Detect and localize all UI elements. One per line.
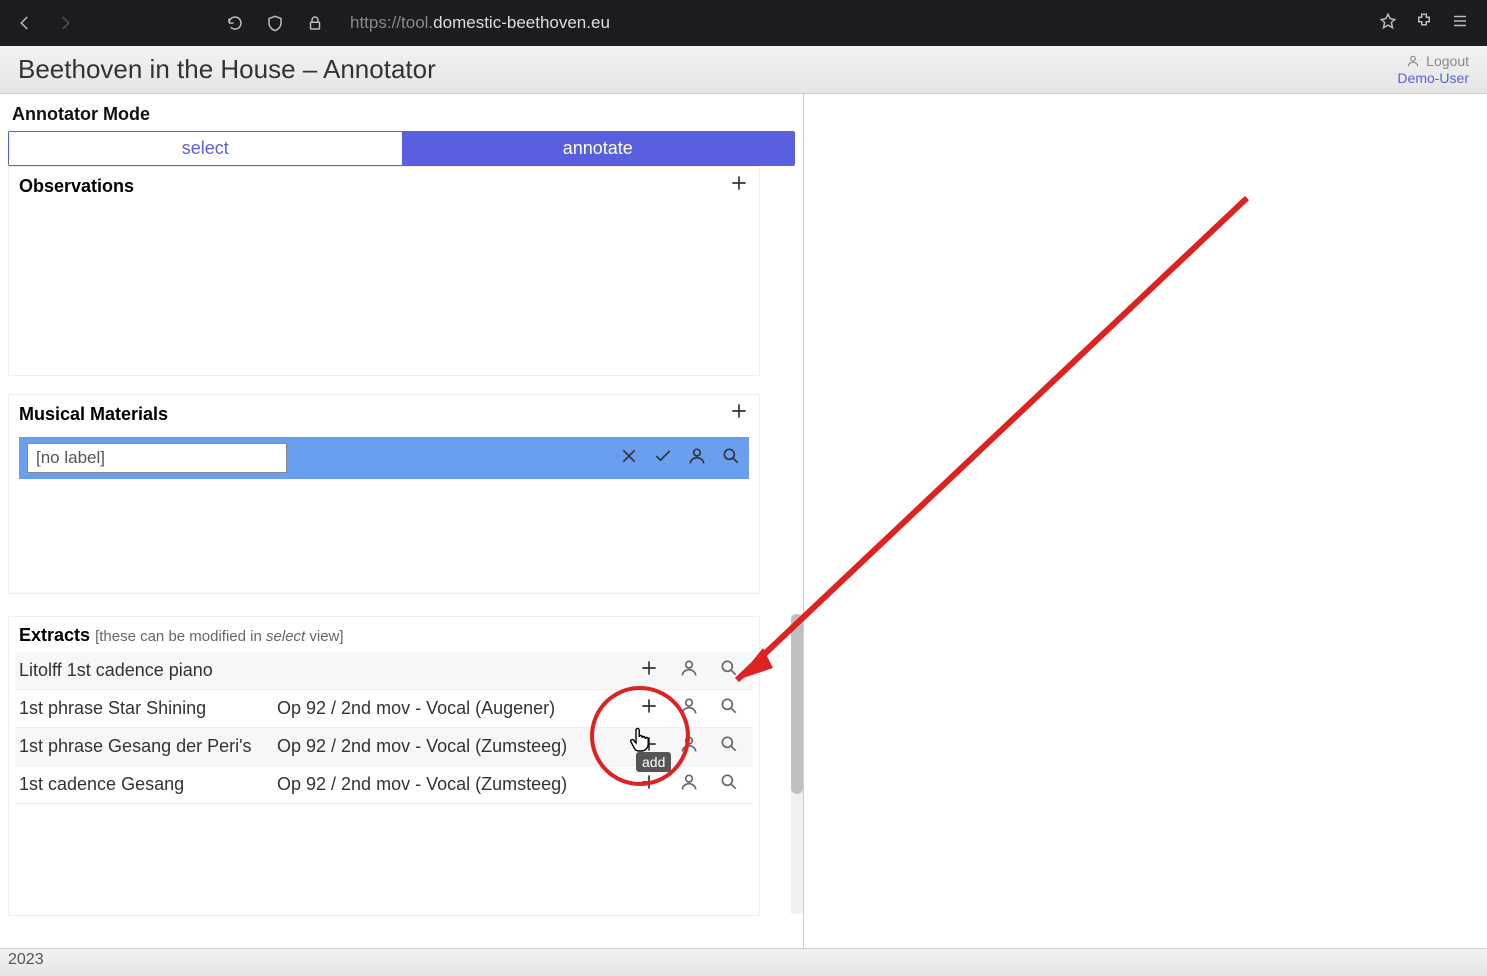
extracts-hint: [these can be modified in select view]: [95, 628, 343, 645]
extract-source: Op 92 / 2nd mov - Vocal (Zumsteeg): [277, 736, 629, 757]
materials-panel: Musical Materials: [8, 394, 760, 594]
extract-source: Op 92 / 2nd mov - Vocal (Augener): [277, 698, 629, 719]
footer-year: 2023: [8, 951, 44, 968]
back-button[interactable]: [10, 8, 40, 38]
bookmark-icon[interactable]: [1379, 12, 1397, 35]
extract-source: Op 92 / 2nd mov - Vocal (Zumsteeg): [277, 774, 629, 795]
materials-title: Musical Materials: [19, 404, 168, 425]
left-panel: Annotator Mode select annotate Observati…: [0, 94, 804, 948]
extracts-panel: Extracts [these can be modified in selec…: [8, 616, 760, 916]
confirm-icon[interactable]: [653, 446, 673, 471]
extract-row: Litolff 1st cadence piano: [15, 652, 753, 690]
extract-row: 1st cadence GesangOp 92 / 2nd mov - Voca…: [15, 766, 753, 804]
main-area: Annotator Mode select annotate Observati…: [0, 94, 1487, 948]
material-row[interactable]: [19, 437, 749, 479]
forward-button[interactable]: [50, 8, 80, 38]
extract-search-button[interactable]: [709, 696, 749, 721]
lock-icon: [300, 8, 330, 38]
mode-label: Annotator Mode: [8, 104, 795, 125]
extract-name: Litolff 1st cadence piano: [19, 660, 277, 681]
extract-person-button[interactable]: [669, 696, 709, 721]
reload-button[interactable]: [220, 8, 250, 38]
extract-row: 1st phrase Gesang der Peri'sOp 92 / 2nd …: [15, 728, 753, 766]
extract-add-button[interactable]: [629, 734, 669, 759]
extract-person-button[interactable]: [669, 772, 709, 797]
extract-name: 1st phrase Gesang der Peri's: [19, 736, 277, 757]
footer: 2023: [0, 948, 1487, 976]
cancel-icon[interactable]: [619, 446, 639, 471]
extract-add-button[interactable]: [629, 772, 669, 797]
extract-search-button[interactable]: [709, 658, 749, 683]
app-header: Beethoven in the House – Annotator Logou…: [0, 46, 1487, 94]
add-material-button[interactable]: [729, 401, 749, 427]
person-icon[interactable]: [687, 446, 707, 471]
mode-annotate-button[interactable]: annotate: [402, 132, 795, 165]
user-icon: [1406, 54, 1420, 68]
extensions-icon[interactable]: [1415, 12, 1433, 35]
material-label-input[interactable]: [27, 443, 287, 473]
extract-person-button[interactable]: [669, 658, 709, 683]
observations-panel: Observations: [8, 166, 760, 376]
extract-add-button[interactable]: [629, 658, 669, 683]
url-bar[interactable]: https://tool.domestic-beethoven.eu: [340, 6, 1369, 40]
browser-toolbar: https://tool.domestic-beethoven.eu: [0, 0, 1487, 46]
user-box: Logout Demo-User: [1397, 53, 1469, 87]
scrollbar-thumb[interactable]: [791, 614, 803, 794]
search-icon[interactable]: [721, 446, 741, 471]
extract-search-button[interactable]: [709, 734, 749, 759]
observations-title: Observations: [19, 176, 134, 197]
user-name[interactable]: Demo-User: [1397, 70, 1469, 87]
add-observation-button[interactable]: [729, 173, 749, 199]
extracts-title: Extracts: [19, 625, 90, 645]
app-title: Beethoven in the House – Annotator: [18, 54, 436, 85]
mode-select-button[interactable]: select: [9, 132, 402, 165]
right-panel: [804, 94, 1487, 948]
extract-name: 1st cadence Gesang: [19, 774, 277, 795]
logout-link[interactable]: Logout: [1426, 53, 1469, 70]
extracts-header: Extracts [these can be modified in selec…: [9, 617, 759, 650]
extract-person-button[interactable]: [669, 734, 709, 759]
shield-icon[interactable]: [260, 8, 290, 38]
extract-name: 1st phrase Star Shining: [19, 698, 277, 719]
extract-row: 1st phrase Star ShiningOp 92 / 2nd mov -…: [15, 690, 753, 728]
extract-add-button[interactable]: [629, 696, 669, 721]
mode-toggle: select annotate: [8, 131, 795, 166]
url-text: https://tool.domestic-beethoven.eu: [350, 13, 610, 33]
extract-search-button[interactable]: [709, 772, 749, 797]
menu-icon[interactable]: [1451, 12, 1469, 35]
